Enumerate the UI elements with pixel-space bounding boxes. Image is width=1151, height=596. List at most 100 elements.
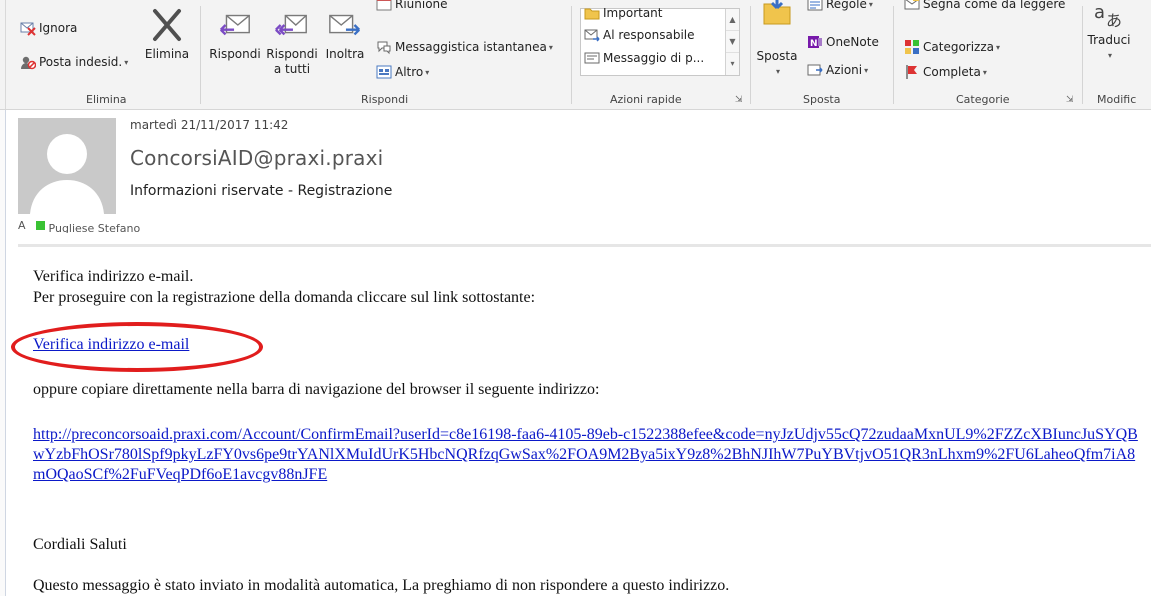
message-sender[interactable]: ConcorsiAID@praxi.praxi — [130, 146, 383, 170]
inoltra-button[interactable]: Inoltra — [319, 6, 371, 62]
chevron-down-icon: ▾ — [425, 67, 430, 77]
verify-email-link-wrap: Verifica indirizzo e-mail — [33, 336, 189, 354]
altro-label: Altro — [395, 65, 424, 79]
group-categorie: Segna come da leggere Categorizza ▾ Comp… — [894, 0, 1080, 109]
onenote-button[interactable]: N OneNote — [807, 32, 879, 52]
riunione-label: Riunione — [395, 0, 448, 11]
rispondi-button[interactable]: Rispondi — [206, 6, 264, 62]
recipient-name[interactable]: Pugliese Stefano — [49, 222, 141, 233]
posta-indesiderata-label: Posta indesid. — [39, 55, 123, 69]
quick-step-messaggio-label: Messaggio di p... — [603, 51, 705, 65]
sposta-label: Sposta — [756, 49, 798, 63]
svg-text:a: a — [1094, 2, 1105, 23]
quick-step-important[interactable]: Important — [584, 3, 663, 23]
mark-unread-icon — [904, 0, 920, 12]
ignora-button[interactable]: Ignora — [20, 18, 77, 38]
categorizza-label: Categorizza — [923, 40, 994, 54]
sposta-button[interactable]: Sposta ▾ — [753, 0, 801, 79]
inoltra-label: Inoltra — [325, 47, 365, 61]
rispondi-a-tutti-label-1: Rispondi — [266, 47, 318, 61]
chevron-down-icon: ▾ — [868, 0, 873, 9]
forward-icon — [327, 6, 363, 44]
elimina-label: Elimina — [144, 47, 190, 61]
posta-indesiderata-button[interactable]: Posta indesid. ▾ — [20, 52, 128, 72]
elimina-button[interactable]: Elimina — [144, 6, 190, 62]
chevron-down-icon: ▾ — [982, 67, 987, 77]
group-label-modifica: Modific — [1097, 93, 1137, 106]
forward-mail-icon — [584, 27, 600, 43]
confirm-email-url-link[interactable]: http://preconcorsoaid.praxi.com/Account/… — [33, 425, 1145, 485]
delete-icon — [149, 6, 185, 44]
more-icon — [376, 64, 392, 80]
group-label-rispondi: Rispondi — [361, 93, 409, 106]
person-icon — [30, 134, 104, 214]
group-label-sposta: Sposta — [803, 93, 841, 106]
riunione-button[interactable]: Riunione — [376, 0, 448, 14]
message-subject: Informazioni riservate - Registrazione — [130, 183, 393, 199]
ribbon: Ignora Posta indesid. ▾ Elimina Elimina … — [0, 0, 1151, 110]
chevron-down-icon: ▾ — [548, 42, 553, 52]
translate-icon: aあ — [1091, 0, 1127, 32]
rispondi-a-tutti-label-2: a tutti — [273, 62, 311, 76]
quick-steps-gallery: Important Al responsabile Messaggio di p… — [580, 6, 740, 76]
folder-icon — [584, 5, 600, 21]
verify-email-link[interactable]: Verifica indirizzo e-mail — [33, 336, 189, 353]
messaggistica-label: Messaggistica istantanea — [395, 40, 547, 54]
rules-icon — [807, 0, 823, 12]
chevron-down-icon: ▾ — [775, 67, 780, 76]
azioni-label: Azioni — [826, 63, 863, 77]
rispondi-label: Rispondi — [209, 47, 261, 61]
chevron-down-icon: ▾ — [1107, 51, 1112, 60]
completa-button[interactable]: Completa ▾ — [904, 62, 987, 82]
segna-da-leggere-button[interactable]: Segna come da leggere — [904, 0, 1065, 14]
scroll-up-icon[interactable]: ▲ — [726, 9, 739, 31]
categorize-icon — [904, 39, 920, 55]
ribbon-left-edge — [0, 0, 6, 109]
scroll-down-icon[interactable]: ▼ — [726, 31, 739, 53]
quick-step-messaggio[interactable]: Messaggio di p... — [584, 48, 704, 68]
group-modifica: aあ Traduci ▾ Modific — [1083, 0, 1151, 109]
flag-icon — [904, 64, 920, 80]
reply-icon — [217, 6, 253, 44]
categorizza-button[interactable]: Categorizza ▾ — [904, 37, 1000, 57]
ignore-icon — [20, 20, 36, 36]
altro-button[interactable]: Altro ▾ — [376, 62, 429, 82]
onenote-icon: N — [807, 34, 823, 50]
chevron-down-icon: ▾ — [124, 57, 129, 67]
expand-gallery-icon[interactable]: ▾ — [726, 53, 739, 75]
traduci-button[interactable]: aあ Traduci ▾ — [1088, 0, 1131, 63]
group-label-categorie: Categorie — [956, 93, 1010, 106]
messaggistica-button[interactable]: Messaggistica istantanea ▾ — [376, 37, 553, 57]
reply-all-icon — [274, 6, 310, 44]
quick-step-al-responsabile-label: Al responsabile — [603, 28, 695, 42]
meeting-icon — [376, 0, 392, 12]
chevron-down-icon: ▾ — [996, 42, 1001, 52]
presence-status-icon — [35, 221, 45, 230]
instant-message-icon — [376, 39, 392, 55]
reading-pane-left-edge — [0, 110, 6, 596]
group-label-azioni-rapide: Azioni rapide — [610, 93, 682, 106]
regole-button[interactable]: Regole ▾ — [807, 0, 873, 14]
quick-step-important-label: Important — [603, 6, 663, 20]
completa-label: Completa — [923, 65, 981, 79]
body-line-footer: Questo messaggio è stato inviato in moda… — [33, 577, 730, 594]
dialog-launcher-icon[interactable]: ⇲ — [1066, 95, 1076, 105]
message-icon — [584, 50, 600, 66]
quick-steps-scrollbar[interactable]: ▲ ▼ ▾ — [725, 9, 739, 75]
onenote-label: OneNote — [826, 35, 879, 49]
svg-text:N: N — [810, 39, 818, 49]
actions-icon — [807, 62, 823, 78]
segna-da-leggere-label: Segna come da leggere — [923, 0, 1066, 11]
body-line-copy-address: oppure copiare direttamente nella barra … — [33, 381, 600, 398]
body-line-saluti: Cordiali Saluti — [33, 536, 127, 553]
azioni-button[interactable]: Azioni ▾ — [807, 60, 868, 80]
group-rispondi: Rispondi Rispondi a tutti Inoltra Riunio… — [201, 0, 571, 109]
body-line-verify: Verifica indirizzo e-mail. — [33, 268, 194, 285]
body-line-instructions: Per proseguire con la registrazione dell… — [33, 289, 536, 306]
recipient-row: A Pugliese Stefano — [18, 219, 140, 233]
ignora-label: Ignora — [39, 21, 78, 35]
rispondi-a-tutti-button[interactable]: Rispondi a tutti — [263, 6, 321, 77]
dialog-launcher-icon[interactable]: ⇲ — [735, 95, 745, 105]
recipient-prefix: A — [18, 219, 26, 232]
quick-step-al-responsabile[interactable]: Al responsabile — [584, 25, 695, 45]
